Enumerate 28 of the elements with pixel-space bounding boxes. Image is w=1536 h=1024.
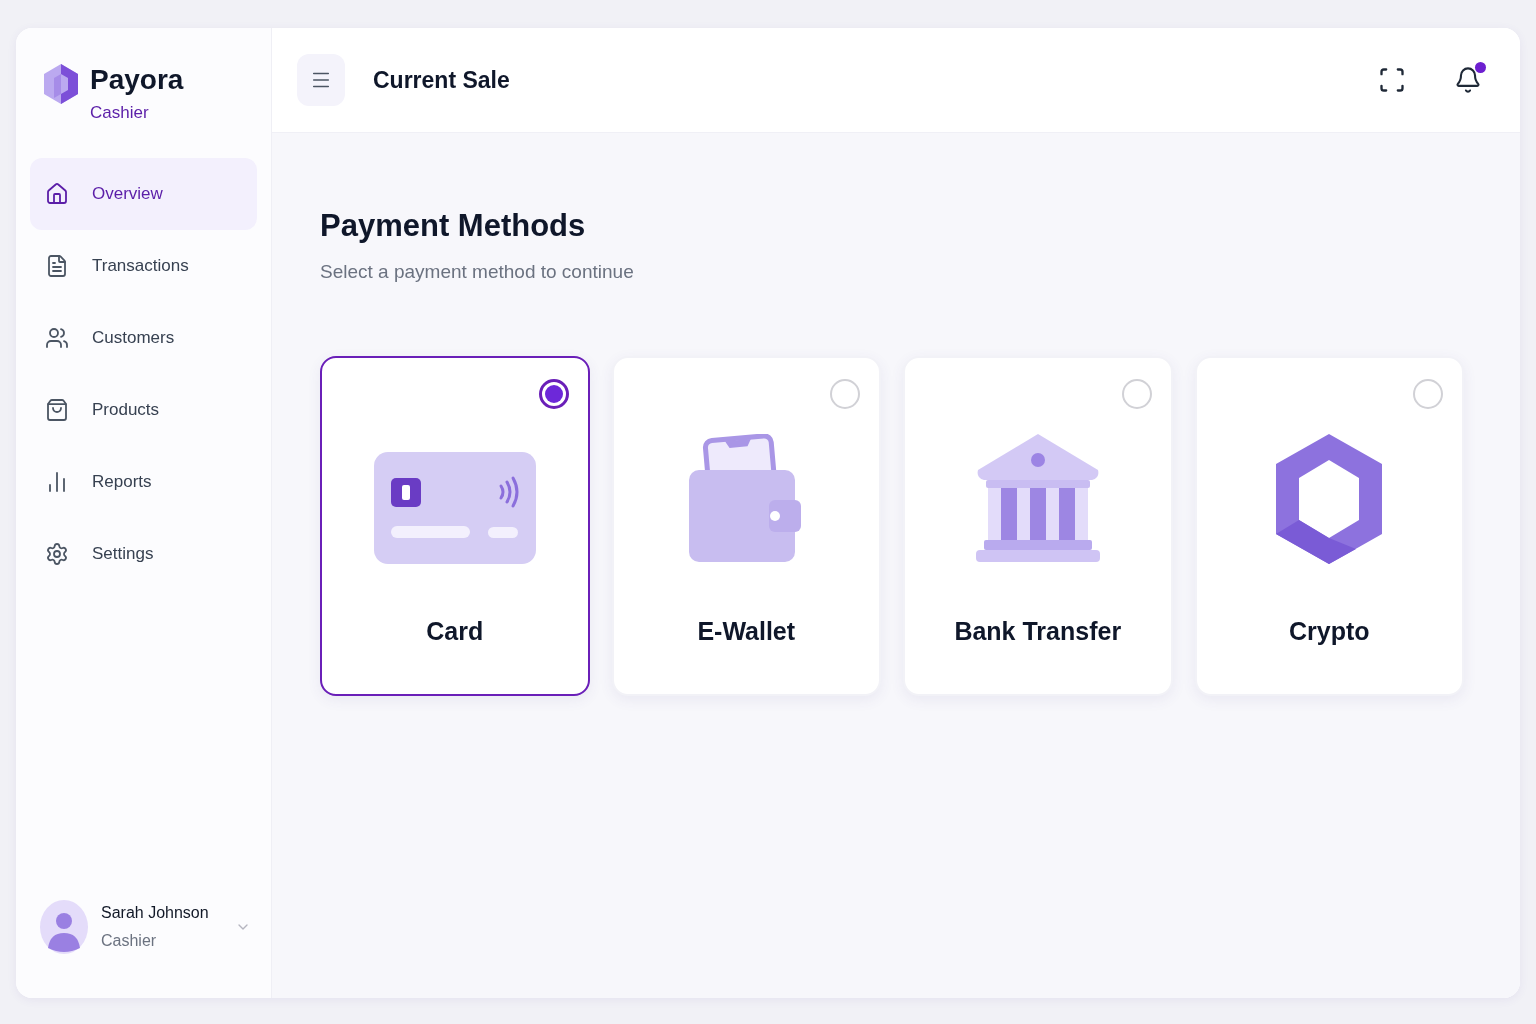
payment-method-card[interactable]: Bank Transfer — [903, 356, 1173, 696]
section-title: Payment Methods — [320, 207, 587, 245]
payment-method-card[interactable]: E-Wallet — [611, 356, 881, 696]
logo-icon — [44, 64, 78, 104]
radio-button[interactable] — [538, 379, 569, 409]
section-subtitle: Select a payment method to continue — [320, 260, 635, 284]
home-icon — [45, 182, 69, 206]
nav-item[interactable]: Reports — [30, 446, 257, 518]
nav-item[interactable]: Customers — [30, 302, 257, 374]
nav-item[interactable]: Overview — [30, 158, 257, 230]
brand-name: Payora — [90, 63, 184, 97]
users-icon — [45, 326, 69, 350]
brand-role: Cashier — [90, 102, 150, 124]
nav-item[interactable]: Settings — [30, 518, 257, 590]
settings-icon — [45, 542, 69, 566]
bell-icon — [1454, 66, 1482, 94]
nav-item[interactable]: Transactions — [30, 230, 257, 302]
user-name: Sarah Johnson — [101, 903, 209, 923]
shopping-bag-icon — [45, 398, 69, 422]
menu-button[interactable] — [297, 54, 345, 106]
fullscreen-icon — [1378, 66, 1406, 94]
payment-method-card[interactable]: Card — [320, 356, 590, 696]
payment-method-card[interactable]: Crypto — [1194, 356, 1464, 696]
user-role: Cashier — [101, 931, 158, 951]
avatar-icon — [40, 900, 88, 954]
document-icon — [45, 254, 69, 278]
page-header-title: Current Sale — [373, 65, 510, 95]
nav-item[interactable]: Products — [30, 374, 257, 446]
